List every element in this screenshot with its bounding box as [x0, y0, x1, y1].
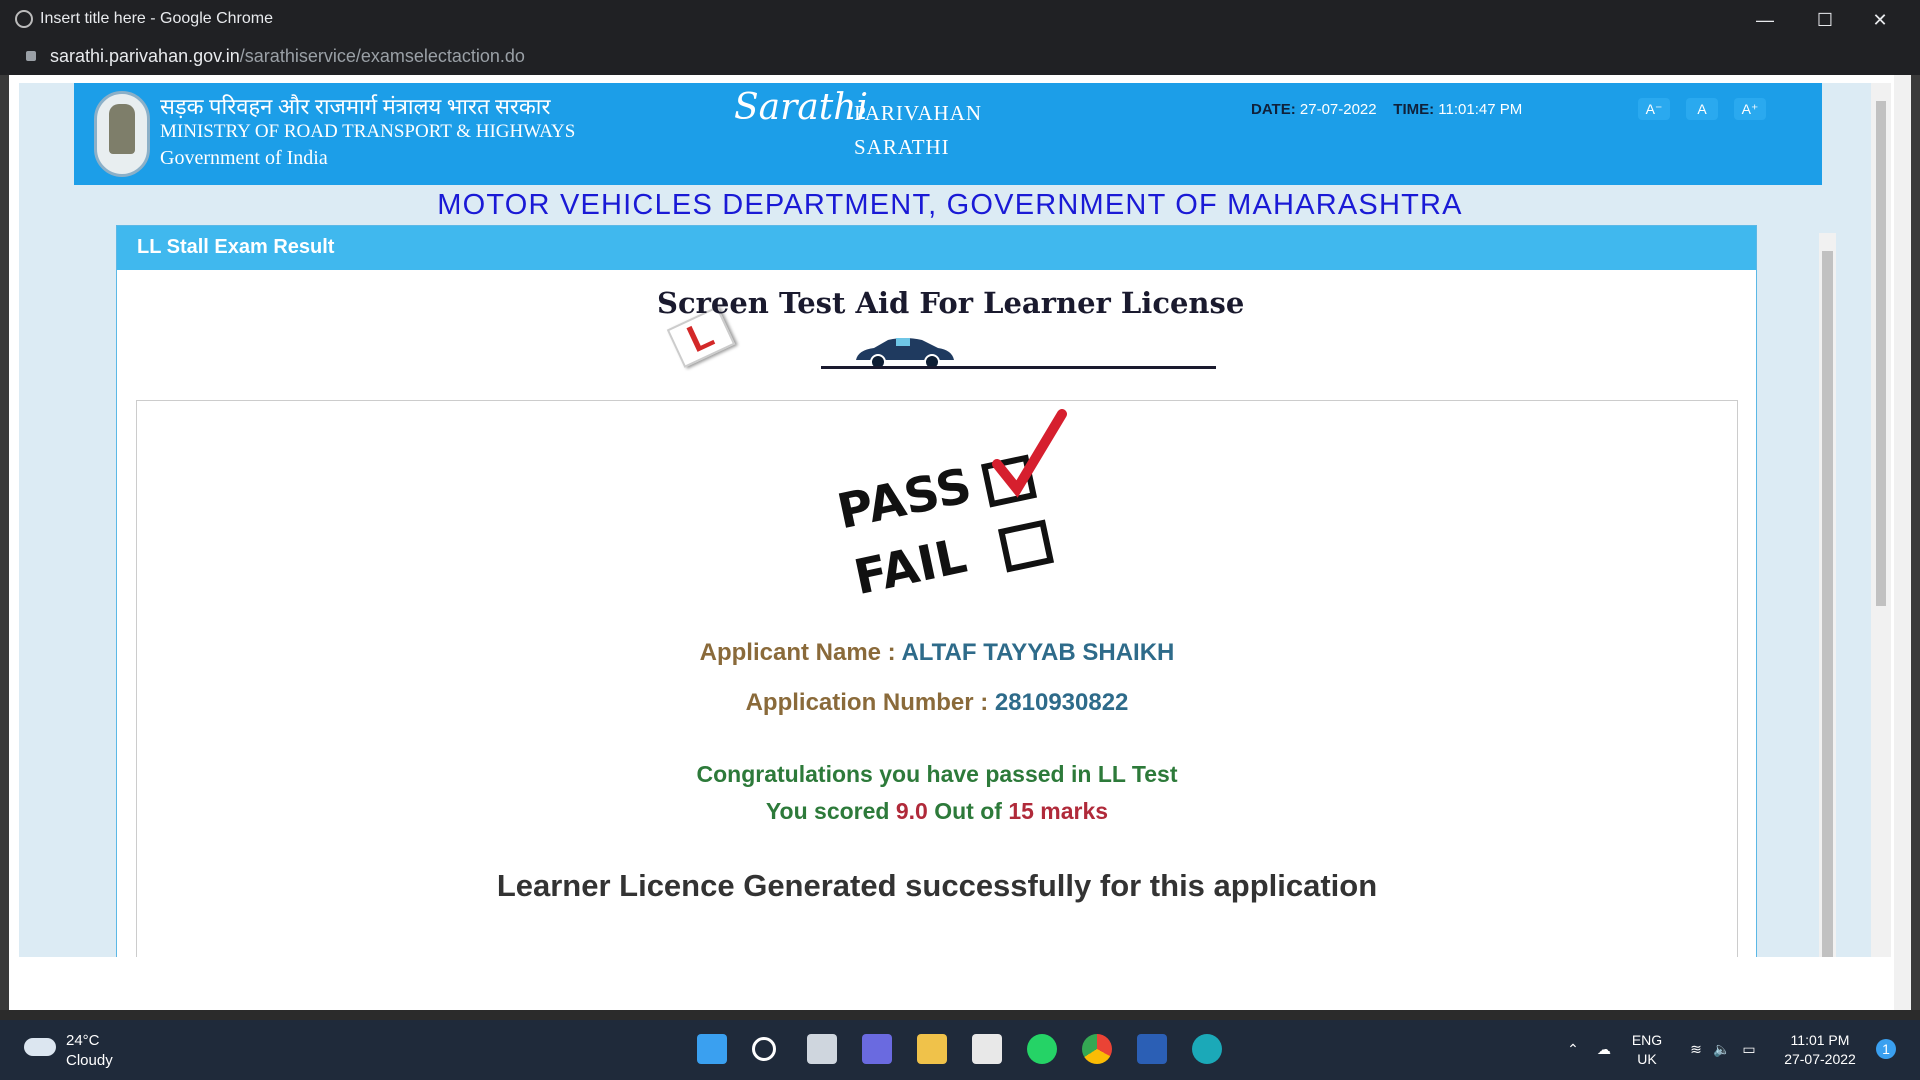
- browser-page: सड़क परिवहन और राजमार्ग मंत्रालय भारत सर…: [9, 75, 1911, 1010]
- viewport-scrollbar[interactable]: [1871, 83, 1891, 957]
- chevron-up-icon[interactable]: ⌃: [1563, 1040, 1583, 1059]
- appno-label: Application Number :: [745, 689, 989, 716]
- applicant-value: ALTAF TAYYAB SHAIKH: [901, 639, 1175, 666]
- fail-text: FAIL: [849, 527, 972, 607]
- pass-fail-graphic: PASS FAIL: [833, 401, 1097, 616]
- logo-parivahan: PARIVAHAN: [854, 101, 983, 125]
- lang-eng: ENG: [1631, 1032, 1663, 1048]
- score-mid: Out of: [934, 798, 1002, 824]
- exam-result-panel: LL Stall Exam Result L Screen Test Aid F…: [116, 225, 1757, 957]
- edge-icon[interactable]: [1192, 1034, 1222, 1064]
- chrome-icon[interactable]: [1082, 1034, 1112, 1064]
- congrats-message: Congratulations you have passed in LL Te…: [696, 761, 1178, 787]
- close-button[interactable]: ✕: [1860, 6, 1900, 34]
- minimize-button[interactable]: —: [1745, 6, 1785, 34]
- battery-icon[interactable]: ▭: [1737, 1040, 1761, 1059]
- date-label: DATE:: [1251, 101, 1296, 118]
- clock-time: 11:01 PM: [1790, 1032, 1850, 1048]
- address-bar[interactable]: sarathi.parivahan.gov.in/sarathiservice/…: [50, 46, 525, 67]
- word-icon[interactable]: [1137, 1034, 1167, 1064]
- page-viewport: सड़क परिवहन और राजमार्ग मंत्रालय भारत सर…: [19, 83, 1881, 957]
- time-value: 11:01:47 PM: [1438, 101, 1523, 118]
- application-number: Application Number : 2810930822: [137, 689, 1737, 717]
- applicant-name: Applicant Name : ALTAF TAYYAB SHAIKH: [137, 639, 1737, 667]
- font-decrease-button[interactable]: A⁻: [1638, 98, 1670, 120]
- taskbar: 24°C Cloudy ⌃ ☁ ENG UK ≋ 🔈 ▭ 11:01 PM 27-07…: [0, 1020, 1920, 1080]
- hindi-ministry-title: सड़क परिवहन और राजमार्ग मंत्रालय भारत सर…: [160, 94, 551, 119]
- ministry-title: MINISTRY OF ROAD TRANSPORT & HIGHWAYS: [160, 121, 576, 142]
- time-label: TIME:: [1393, 101, 1435, 118]
- windows-start-icon[interactable]: [697, 1034, 727, 1064]
- task-view-icon[interactable]: [807, 1034, 837, 1064]
- cloud-icon: [24, 1038, 56, 1056]
- date-time: DATE: 27-07-2022 TIME: 11:01:47 PM: [1251, 101, 1522, 118]
- font-normal-button[interactable]: A: [1686, 98, 1718, 120]
- licence-generated-message: Learner Licence Generated successfully f…: [496, 868, 1378, 903]
- government-title: Government of India: [160, 147, 328, 169]
- result-box: PASS FAIL Applicant Name : ALTAF TAYYAB …: [136, 400, 1738, 957]
- onedrive-icon[interactable]: ☁: [1592, 1040, 1616, 1059]
- panel-heading: LL Stall Exam Result: [117, 226, 1756, 270]
- window-title: Insert title here - Google Chrome: [40, 10, 273, 27]
- logo-sarathi: SARATHI: [854, 135, 950, 159]
- language-indicator[interactable]: ENG UK: [1627, 1031, 1667, 1069]
- url-path: /sarathiservice/examselectaction.do: [239, 46, 525, 66]
- sarathi-logo: Sarathi: [734, 87, 868, 128]
- site-header: सड़क परिवहन और राजमार्ग मंत्रालय भारत सर…: [74, 83, 1822, 185]
- applicant-label: Applicant Name :: [699, 639, 896, 666]
- url-host: sarathi.parivahan.gov.in: [50, 46, 240, 66]
- clock-date: 27-07-2022: [1784, 1051, 1856, 1067]
- wifi-icon[interactable]: ≋: [1684, 1040, 1708, 1059]
- lock-icon: [26, 51, 36, 61]
- score-value: 9.0: [895, 798, 928, 824]
- browser-titlebar: Insert title here - Google Chrome — ☐ ✕ …: [0, 0, 1920, 75]
- clock[interactable]: 11:01 PM 27-07-2022: [1770, 1031, 1870, 1069]
- notification-badge[interactable]: 1: [1876, 1039, 1896, 1059]
- appno-value: 2810930822: [994, 689, 1129, 716]
- store-icon[interactable]: [972, 1034, 1002, 1064]
- search-icon[interactable]: [752, 1037, 776, 1061]
- plate-letter: L: [681, 313, 721, 362]
- teams-chat-icon[interactable]: [862, 1034, 892, 1064]
- font-increase-button[interactable]: A⁺: [1734, 98, 1766, 120]
- title-underline: [821, 366, 1216, 369]
- panel-scroll-thumb[interactable]: [1822, 251, 1833, 957]
- viewport-scroll-thumb[interactable]: [1876, 101, 1886, 606]
- weather-desc: Cloudy: [66, 1052, 113, 1069]
- file-explorer-icon[interactable]: [917, 1034, 947, 1064]
- globe-icon: [15, 10, 33, 28]
- red-check-icon: [992, 409, 1067, 498]
- page-scrollbar[interactable]: [1894, 75, 1911, 1010]
- score-total: 15: [1008, 798, 1034, 824]
- panel-scrollbar[interactable]: [1819, 233, 1836, 957]
- whatsapp-icon[interactable]: [1027, 1034, 1057, 1064]
- date-value: 27-07-2022: [1299, 101, 1377, 118]
- car-icon: [856, 338, 954, 370]
- stall-title: Screen Test Aid For Learner License: [657, 286, 1245, 320]
- maximize-button[interactable]: ☐: [1805, 6, 1845, 34]
- lang-uk: UK: [1637, 1051, 1657, 1067]
- score-suffix: marks: [1040, 798, 1109, 824]
- score-line: You scored 9.0 Out of 15 marks: [137, 798, 1737, 825]
- weather-temp: 24°C: [66, 1032, 100, 1049]
- window-bottom-edge: [0, 1010, 1920, 1020]
- national-emblem-icon: [94, 91, 150, 177]
- fail-checkbox-icon: [997, 519, 1055, 573]
- weather-widget[interactable]: 24°C Cloudy: [66, 1031, 113, 1071]
- volume-icon[interactable]: 🔈: [1710, 1040, 1734, 1059]
- score-prefix: You scored: [765, 798, 890, 824]
- department-title: MOTOR VEHICLES DEPARTMENT, GOVERNMENT OF…: [437, 189, 1463, 221]
